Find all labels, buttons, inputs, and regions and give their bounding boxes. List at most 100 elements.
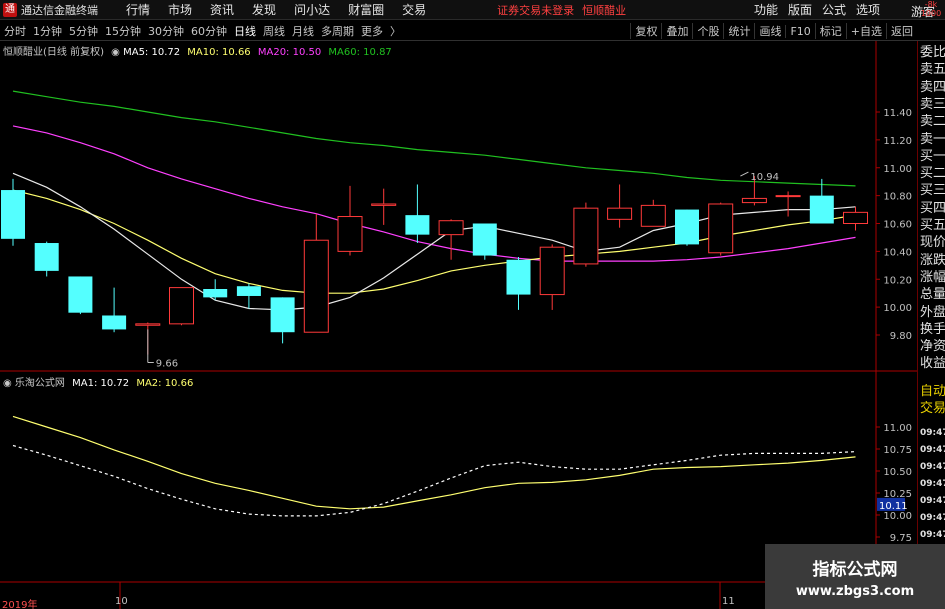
candle-body bbox=[809, 195, 834, 224]
sub-tick-label: 9.75 bbox=[890, 533, 912, 544]
sub-current-tag-label: 10.11 bbox=[879, 501, 908, 512]
date-year: 2019年 bbox=[2, 600, 38, 609]
period-15min[interactable]: 15分钟 bbox=[101, 23, 144, 39]
f10-button[interactable]: F10 bbox=[785, 24, 814, 38]
menu-options[interactable]: 选项 bbox=[851, 1, 885, 18]
period-toolbar: 分时 1分钟 5分钟 15分钟 30分钟 60分钟 日线 周线 月线 多周期 更… bbox=[0, 21, 945, 41]
info-row-17: 净资 bbox=[920, 339, 945, 355]
menu-ask[interactable]: 问小达 bbox=[285, 1, 339, 18]
menu-quotes[interactable]: 行情 bbox=[117, 1, 159, 18]
info-row-15: 外盘 bbox=[920, 304, 945, 320]
info-row-6: 买一 bbox=[920, 148, 945, 164]
period-tick[interactable]: 分时 bbox=[0, 23, 29, 39]
candle-body bbox=[102, 315, 127, 330]
candle-body bbox=[573, 207, 599, 265]
menu-trade[interactable]: 交易 bbox=[393, 1, 435, 18]
info-row-8: 买三 bbox=[920, 183, 945, 199]
info-row-16: 换手 bbox=[920, 321, 945, 337]
period-more[interactable]: 更多 bbox=[357, 23, 386, 39]
overlay-button[interactable]: 叠加 bbox=[661, 23, 692, 39]
info-row-27: 09:47 bbox=[920, 530, 945, 540]
toolbar-right: 复权 叠加 个股 统计 画线 F10 标记 +自选 返回 bbox=[630, 21, 917, 41]
candle-body bbox=[438, 220, 464, 236]
login-status[interactable]: 证券交易未登录 bbox=[497, 2, 574, 18]
period-daily[interactable]: 日线 bbox=[230, 23, 259, 39]
candle-body bbox=[169, 287, 194, 325]
sub-dot-icon[interactable]: ◉ bbox=[3, 378, 12, 389]
candle-body bbox=[506, 259, 531, 295]
chevron-right-icon[interactable]: 〉 bbox=[386, 23, 404, 39]
mark-button[interactable]: 标记 bbox=[814, 23, 846, 39]
candle-body bbox=[68, 276, 93, 313]
menu-wealth[interactable]: 财富圈 bbox=[339, 1, 393, 18]
period-5min[interactable]: 5分钟 bbox=[65, 23, 101, 39]
info-row-3: 卖三 bbox=[920, 96, 945, 112]
watermark-url: www.zbgs3.com bbox=[795, 583, 915, 599]
sub-tick-label: 10.50 bbox=[883, 467, 912, 478]
legend-dot-icon[interactable]: ◉ bbox=[111, 47, 120, 58]
kline-chart[interactable]: 11.40 11.20 11.00 10.80 10.60 10.40 10.20 10.00… bbox=[0, 41, 917, 609]
menu-news[interactable]: 资讯 bbox=[201, 1, 243, 18]
mini-top-line2: 1000 bbox=[920, 9, 942, 18]
candle-body bbox=[843, 211, 868, 225]
candle-body bbox=[708, 203, 734, 254]
period-weekly[interactable]: 周线 bbox=[259, 23, 288, 39]
menu-discover[interactable]: 发现 bbox=[243, 1, 285, 18]
add-watchlist-button[interactable]: +自选 bbox=[845, 23, 886, 39]
candle-body bbox=[203, 289, 228, 298]
candle-body bbox=[236, 286, 261, 296]
info-row-19: 自动 bbox=[920, 384, 945, 399]
app-title: 通达信金融终端 bbox=[21, 3, 98, 17]
sub-ma1-line bbox=[12, 444, 856, 517]
period-1min[interactable]: 1分钟 bbox=[29, 23, 65, 39]
candle-body bbox=[405, 215, 430, 235]
price-tick-label: 11.00 bbox=[883, 164, 912, 175]
candle-body bbox=[1, 190, 25, 239]
date-month-10: 10 bbox=[115, 596, 128, 607]
candle-body bbox=[371, 203, 397, 206]
period-60min[interactable]: 60分钟 bbox=[187, 23, 230, 39]
info-row-0: 委比 bbox=[920, 45, 945, 60]
price-tick-label: 10.00 bbox=[883, 303, 912, 314]
info-row-9: 买四 bbox=[920, 200, 945, 216]
ma2-label: MA2: 10.66 bbox=[136, 378, 194, 389]
adjust-button[interactable]: 复权 bbox=[630, 23, 661, 39]
low-label: 9.66 bbox=[156, 359, 178, 370]
stats-button[interactable]: 统计 bbox=[723, 23, 754, 39]
price-tick-label: 10.60 bbox=[883, 220, 912, 231]
candle-body bbox=[135, 323, 161, 326]
title-bar: 通 通达信金融终端 行情 市场 资讯 发现 问小达 财富圈 交易 证券交易未登录… bbox=[0, 0, 945, 20]
draw-button[interactable]: 画线 bbox=[754, 23, 785, 39]
info-row-4: 卖二 bbox=[920, 114, 945, 130]
candle-body bbox=[675, 209, 699, 245]
info-row-20: 交易 bbox=[920, 401, 945, 416]
menu-layout[interactable]: 版面 bbox=[783, 1, 817, 18]
info-row-21: 09:47 bbox=[920, 428, 945, 438]
candle-body bbox=[607, 207, 633, 220]
price-tick-label: 9.80 bbox=[890, 331, 912, 342]
info-row-14: 总量 bbox=[920, 287, 945, 303]
menu-formula[interactable]: 公式 bbox=[817, 1, 851, 18]
menu-market[interactable]: 市场 bbox=[159, 1, 201, 18]
info-row-13: 涨幅 bbox=[920, 269, 945, 285]
candle-body bbox=[337, 216, 363, 252]
price-tick-label: 10.80 bbox=[883, 192, 912, 203]
info-row-12: 涨跌 bbox=[920, 252, 945, 268]
price-tick-label: 11.20 bbox=[883, 136, 912, 147]
period-monthly[interactable]: 月线 bbox=[288, 23, 317, 39]
menu-function[interactable]: 功能 bbox=[749, 1, 783, 18]
period-30min[interactable]: 30分钟 bbox=[144, 23, 187, 39]
ma60-label: MA60: 10.87 bbox=[328, 47, 392, 58]
info-row-2: 卖四 bbox=[920, 79, 945, 95]
period-multi[interactable]: 多周期 bbox=[317, 23, 357, 39]
price-tick-label: 11.40 bbox=[883, 108, 912, 119]
info-row-5: 卖一 bbox=[920, 131, 945, 147]
stock-button[interactable]: 个股 bbox=[692, 23, 723, 39]
back-button[interactable]: 返回 bbox=[886, 23, 917, 39]
info-row-24: 09:47 bbox=[920, 479, 945, 489]
candle-body bbox=[640, 204, 666, 227]
app-logo-icon: 通 bbox=[3, 2, 17, 17]
mini-top-line1: -8k bbox=[924, 0, 938, 9]
sub-tick-label: 10.75 bbox=[883, 445, 912, 456]
candle-body bbox=[539, 246, 565, 296]
